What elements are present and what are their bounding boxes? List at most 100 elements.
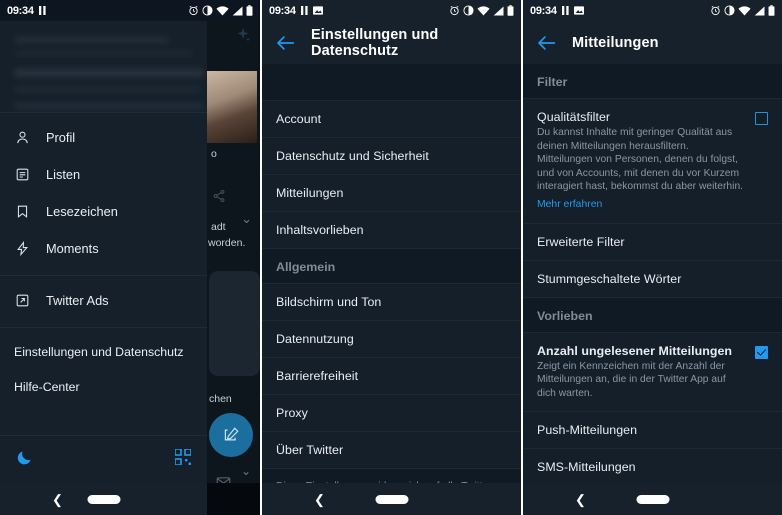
drawer-divider-2: [0, 327, 207, 328]
drawer-divider-1: [0, 275, 207, 276]
row-label: Datenschutz und Sicherheit: [276, 149, 429, 163]
system-nav-bar-1: ❮: [0, 483, 207, 515]
image-icon: [573, 6, 584, 15]
arrow-back-icon[interactable]: [276, 35, 295, 51]
settings-row-ueber-twitter[interactable]: Über Twitter: [262, 432, 521, 469]
qualitaetsfilter-checkbox[interactable]: [755, 112, 768, 125]
chevron-down-icon-2: ⌄: [240, 464, 251, 478]
sidebar-item-label: Moments: [46, 241, 99, 256]
row-label: Mitteilungen: [276, 186, 344, 200]
notifications-list: Filter Qualitätsfilter Du kannst Inhalte…: [523, 64, 782, 515]
moon-icon[interactable]: [16, 449, 33, 471]
sidebar-item-listen[interactable]: Listen: [0, 156, 207, 193]
settings-row-proxy[interactable]: Proxy: [262, 395, 521, 432]
navigation-drawer: Profil Listen Lesezeichen Moments Twitte…: [0, 21, 207, 483]
nav-home-pill[interactable]: [87, 494, 120, 504]
wifi-icon: [477, 5, 490, 16]
nav-home-pill[interactable]: [375, 494, 408, 504]
page-title: Mitteilungen: [572, 34, 659, 51]
row-description: Du kannst Inhalte mit geringer Qualität …: [537, 127, 744, 192]
nav-back-icon[interactable]: ❮: [52, 493, 63, 506]
sidebar-item-hilfe-center[interactable]: Hilfe-Center: [0, 369, 207, 404]
sidebar-item-label: Listen: [46, 167, 81, 182]
status-bar-2: 09:34: [262, 0, 521, 21]
section-filter: Filter: [523, 64, 782, 99]
row-label: Qualitätsfilter: [537, 110, 611, 124]
row-label: Bildschirm und Ton: [276, 295, 382, 309]
section-label: Vorlieben: [537, 308, 593, 323]
row-label: Proxy: [276, 406, 308, 420]
wifi-icon: [738, 5, 751, 16]
anzahl-ungelesener-checkbox[interactable]: [755, 345, 768, 359]
signal-icon: [754, 5, 765, 16]
battery-icon: [246, 5, 253, 16]
status-bar-3: 09:34: [523, 0, 782, 21]
sidebar-item-moments[interactable]: Moments: [0, 230, 207, 267]
nav-back-icon[interactable]: ❮: [314, 493, 325, 506]
pause-icon: [300, 6, 308, 15]
settings-row-datenschutz[interactable]: Datenschutz und Sicherheit: [262, 138, 521, 175]
arrow-back-icon[interactable]: [537, 35, 556, 51]
share-icon[interactable]: [212, 189, 226, 208]
row-label: Push-Mitteilungen: [537, 423, 638, 437]
app-bar-notifications: Mitteilungen: [523, 21, 782, 64]
image-icon: [312, 6, 323, 15]
settings-row-bildschirm-und-ton[interactable]: Bildschirm und Ton: [262, 284, 521, 321]
row-anzahl-ungelesener-mitteilungen[interactable]: Anzahl ungelesener Mitteilungen Zeigt ei…: [523, 332, 782, 412]
row-label: Barrierefreiheit: [276, 369, 359, 383]
pause-icon: [561, 6, 569, 15]
sidebar-item-label: Twitter Ads: [46, 293, 109, 308]
row-description: Zeigt ein Kennzeichen mit der Anzahl der…: [537, 360, 726, 399]
pause-icon: [38, 6, 46, 15]
battery-icon: [507, 5, 514, 16]
signal-icon: [232, 5, 243, 16]
drawer-item-list: Profil Listen Lesezeichen Moments Twitte…: [0, 113, 207, 404]
nav-back-icon[interactable]: ❮: [575, 493, 586, 506]
timeline-snippet-2: adt: [211, 221, 226, 233]
alarm-icon: [710, 5, 721, 16]
compose-tweet-icon[interactable]: [209, 413, 253, 457]
row-stummgeschaltete-woerter[interactable]: Stummgeschaltete Wörter: [523, 260, 782, 298]
sidebar-item-lesezeichen[interactable]: Lesezeichen: [0, 193, 207, 230]
page-title: Einstellungen und Datenschutz: [311, 26, 439, 59]
section-label: Allgemein: [276, 260, 336, 274]
row-label: Stummgeschaltete Wörter: [537, 271, 682, 286]
person-icon: [14, 130, 31, 145]
row-label: Datennutzung: [276, 332, 354, 346]
settings-row-account[interactable]: Account: [262, 101, 521, 138]
nav-home-pill[interactable]: [636, 494, 669, 504]
settings-row-datennutzung[interactable]: Datennutzung: [262, 321, 521, 358]
mehr-erfahren-link[interactable]: Mehr erfahren: [537, 199, 602, 210]
alarm-icon: [449, 5, 460, 16]
settings-row-mitteilungen[interactable]: Mitteilungen: [262, 175, 521, 212]
row-sms-mitteilungen[interactable]: SMS-Mitteilungen: [523, 449, 782, 486]
sidebar-item-einstellungen[interactable]: Einstellungen und Datenschutz: [0, 334, 207, 369]
timeline-snippet-3: worden.: [208, 237, 246, 249]
qr-code-icon[interactable]: [174, 448, 192, 470]
sidebar-item-profil[interactable]: Profil: [0, 119, 207, 156]
dnd-icon: [463, 5, 474, 16]
row-texts: Qualitätsfilter Du kannst Inhalte mit ge…: [537, 110, 755, 212]
panel-navigation-drawer: o ⌄ adt worden. chen ⌄ 09:34 Profil List…: [0, 0, 260, 515]
settings-row-barrierefreiheit[interactable]: Barrierefreiheit: [262, 358, 521, 395]
row-label: Inhaltsvorlieben: [276, 223, 364, 237]
drawer-footer: [0, 435, 207, 483]
row-push-mitteilungen[interactable]: Push-Mitteilungen: [523, 412, 782, 449]
row-label: Anzahl ungelesener Mitteilungen: [537, 343, 733, 358]
panel-notifications: 09:34 Mitteilungen Filter Qualitätsfilte…: [523, 0, 782, 515]
status-time: 09:34: [7, 4, 34, 17]
status-time: 09:34: [269, 4, 296, 17]
sidebar-item-twitter-ads[interactable]: Twitter Ads: [0, 282, 207, 319]
row-erweiterte-filter[interactable]: Erweiterte Filter: [523, 223, 782, 261]
list-icon: [14, 167, 31, 182]
chevron-down-icon: ⌄: [241, 211, 252, 226]
drawer-header-blurred: [0, 21, 207, 113]
row-label: Erweiterte Filter: [537, 234, 625, 249]
settings-row-inhaltsvorlieben[interactable]: Inhaltsvorlieben: [262, 212, 521, 249]
panel-settings: 09:34 Einstellungen und Datenschutz Acco…: [262, 0, 521, 515]
app-bar-settings: Einstellungen und Datenschutz: [262, 21, 521, 64]
section-label: Filter: [537, 75, 568, 89]
row-qualitaetsfilter[interactable]: Qualitätsfilter Du kannst Inhalte mit ge…: [523, 99, 782, 224]
dnd-icon: [724, 5, 735, 16]
sidebar-item-label: Profil: [46, 130, 76, 145]
